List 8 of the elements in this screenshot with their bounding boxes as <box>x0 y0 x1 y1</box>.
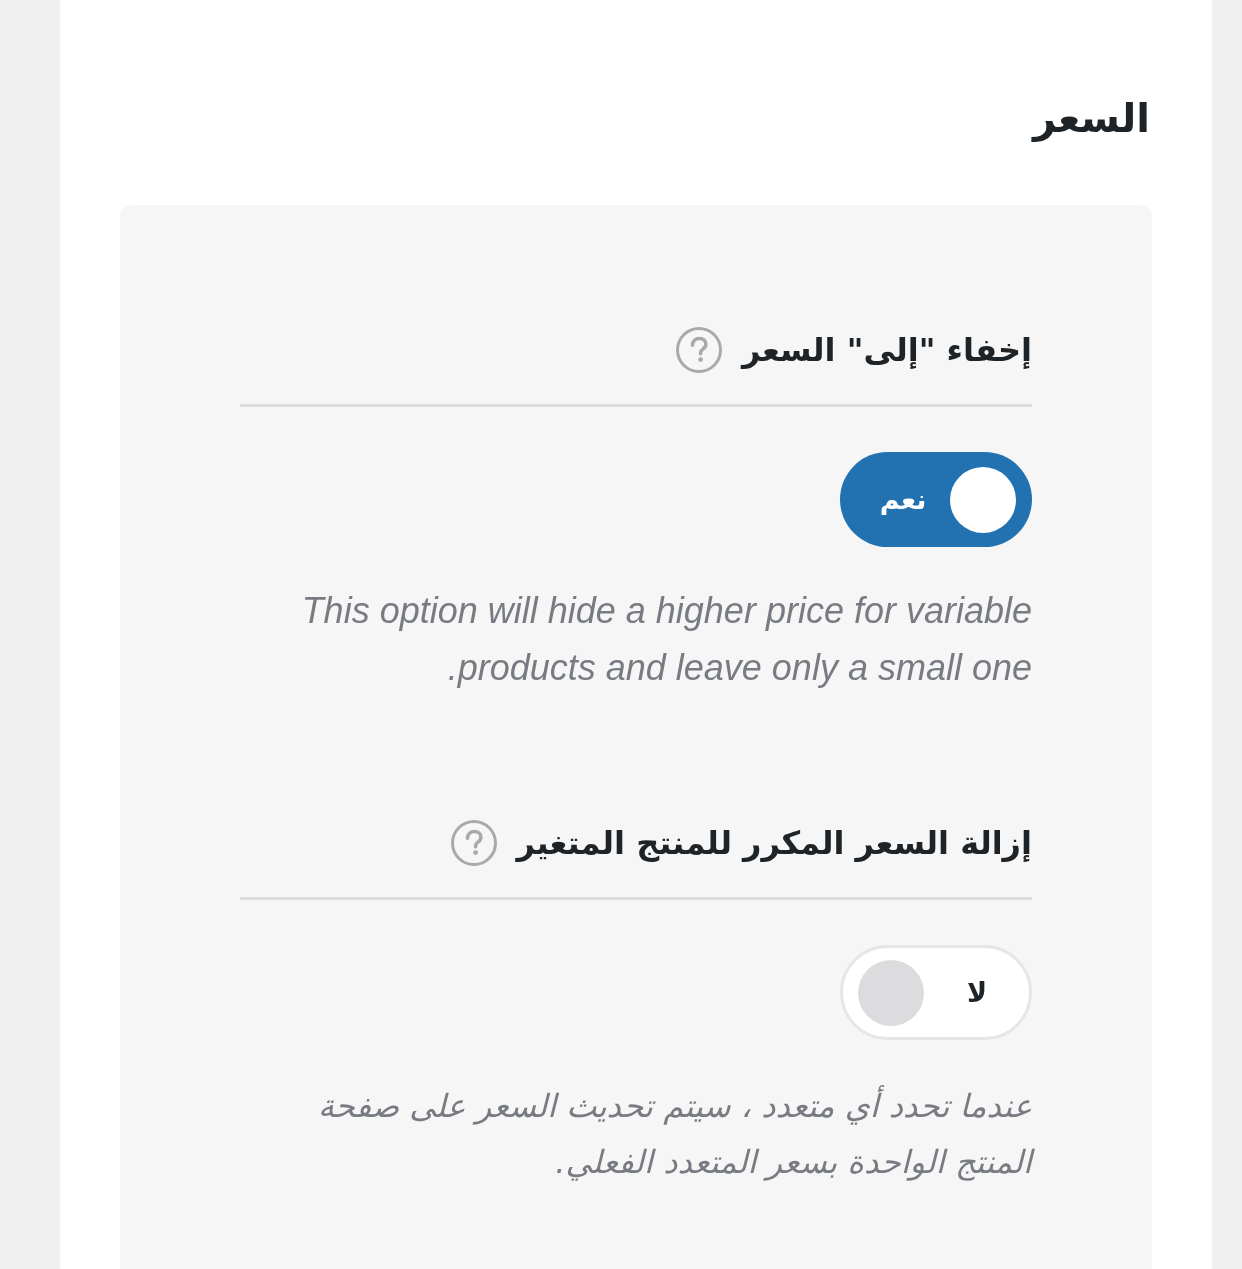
setting-title: إزالة السعر المكرر للمنتج المتغير <box>516 823 1032 864</box>
help-icon[interactable] <box>676 327 723 373</box>
help-icon[interactable] <box>450 820 497 866</box>
section-heading: السعر <box>1030 94 1151 144</box>
toggle-switch[interactable]: نعم <box>840 452 1032 547</box>
setting-title: إخفاء "إلى" السعر <box>742 330 1032 371</box>
setting-description: This option will hide a higher price for variable products and leave only a small one. <box>300 589 1032 690</box>
toggle-switch[interactable]: لا <box>840 945 1032 1040</box>
